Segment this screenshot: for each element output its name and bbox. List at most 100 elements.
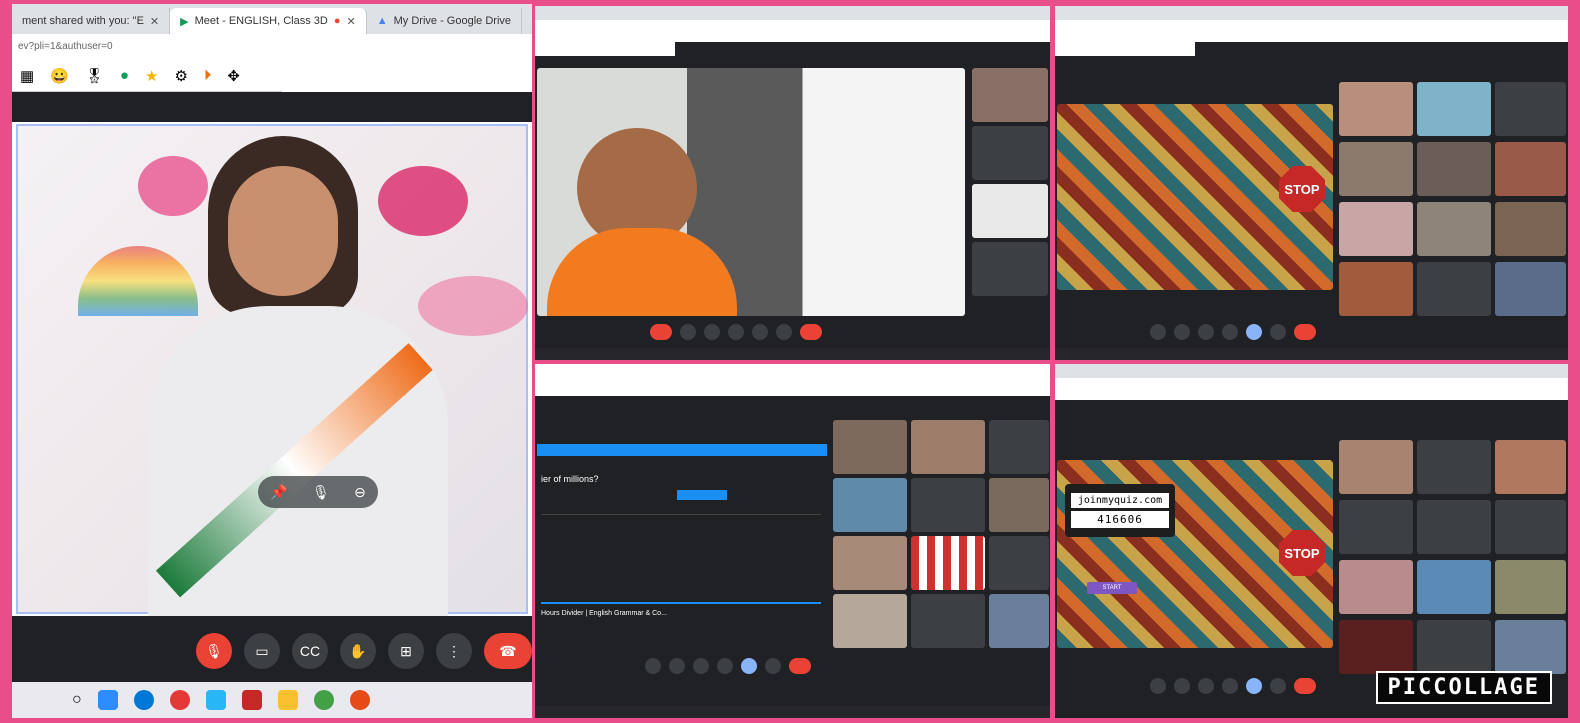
more-options-button[interactable]: ⋮ — [436, 633, 472, 669]
participant-tile — [911, 420, 985, 474]
captions-button[interactable] — [1198, 678, 1214, 694]
participant-tile — [989, 478, 1049, 532]
present-button[interactable] — [752, 324, 768, 340]
remove-icon[interactable]: ⊖ — [354, 484, 366, 501]
badge-icon[interactable]: 🎖 — [85, 67, 104, 85]
chrome-icon[interactable] — [313, 690, 334, 710]
emoji-icon[interactable]: 😀 — [50, 67, 69, 85]
tab-shared-doc[interactable]: ment shared with you: "E ✕ — [12, 8, 171, 34]
move-icon[interactable]: ✥ — [227, 67, 240, 85]
more-options-button[interactable] — [765, 658, 781, 674]
stop-sign-image: STOP — [1279, 166, 1325, 212]
present-button[interactable] — [741, 658, 757, 674]
participant-tile — [1339, 82, 1413, 136]
captions-button[interactable]: CC — [292, 633, 328, 669]
gear-icon[interactable]: ⚙ — [174, 67, 187, 85]
raise-hand-button[interactable] — [728, 324, 744, 340]
mic-button[interactable] — [645, 658, 661, 674]
video-timeline[interactable] — [541, 602, 821, 604]
extensions-toolbar — [1055, 42, 1195, 56]
person-face — [228, 166, 338, 296]
address-bar[interactable] — [1055, 20, 1568, 42]
leave-call-button[interactable] — [800, 324, 822, 340]
start-button[interactable]: START — [1087, 582, 1137, 594]
meet-control-bar — [645, 658, 811, 674]
search-icon[interactable]: ○ — [72, 691, 82, 709]
leave-call-button[interactable] — [1294, 324, 1316, 340]
tab-meet[interactable]: ▶ Meet - ENGLISH, Class 3D ● ✕ — [170, 8, 367, 34]
quiz-progress-bar — [537, 444, 827, 456]
address-bar[interactable] — [535, 20, 1050, 42]
participant-tile — [1417, 202, 1491, 256]
answer-list — [541, 514, 821, 574]
camera-button[interactable] — [1174, 324, 1190, 340]
camera-button[interactable]: ▭ — [244, 633, 280, 669]
more-options-button[interactable] — [1270, 324, 1286, 340]
grid-icon[interactable]: ▦ — [20, 67, 34, 85]
leave-call-button[interactable] — [1294, 678, 1316, 694]
chat-icon[interactable]: ● — [120, 67, 129, 84]
mic-off-button[interactable]: 🎙 — [196, 633, 232, 669]
wall-art — [418, 276, 528, 336]
participant-tile — [972, 184, 1048, 238]
captions-button[interactable] — [704, 324, 720, 340]
raise-hand-button[interactable]: ✋ — [340, 633, 376, 669]
extensions-toolbar — [535, 42, 675, 56]
more-options-button[interactable] — [1270, 678, 1286, 694]
more-options-button[interactable] — [776, 324, 792, 340]
participant-tile — [911, 536, 985, 590]
participant-tile — [1339, 440, 1413, 494]
quiz-question: ier of millions? — [541, 474, 599, 484]
edge-icon[interactable] — [133, 690, 154, 710]
leave-call-button[interactable] — [789, 658, 811, 674]
meet-control-bar — [1150, 324, 1316, 340]
zoom-icon[interactable] — [97, 690, 118, 710]
quiz-answer-button[interactable] — [677, 490, 727, 500]
address-bar[interactable] — [1055, 378, 1568, 400]
windows-taskbar — [535, 706, 1050, 718]
folder-icon[interactable] — [277, 690, 298, 710]
address-bar[interactable] — [535, 374, 1050, 396]
participant-tile — [833, 420, 907, 474]
present-button[interactable]: ⊞ — [388, 633, 424, 669]
mic-icon[interactable]: 🎙 — [312, 484, 330, 501]
mic-button[interactable] — [1150, 678, 1166, 694]
camera-button[interactable] — [1174, 678, 1190, 694]
participant-tile — [1495, 560, 1566, 614]
raise-hand-button[interactable] — [1222, 678, 1238, 694]
meet-window-main: ment shared with you: "E ✕ ▶ Meet - ENGL… — [12, 4, 532, 718]
participant-tile — [833, 536, 907, 590]
app-icon[interactable] — [349, 690, 370, 710]
participant-tile — [1339, 202, 1413, 256]
app-icon[interactable] — [205, 690, 226, 710]
chrome-icon[interactable] — [169, 690, 190, 710]
wall-art — [378, 166, 468, 236]
raise-hand-button[interactable] — [717, 658, 733, 674]
participant-tile — [1417, 560, 1491, 614]
mic-button[interactable] — [1150, 324, 1166, 340]
captions-button[interactable] — [1198, 324, 1214, 340]
browser-tab-bar: ment shared with you: "E ✕ ▶ Meet - ENGL… — [12, 4, 532, 34]
tile-hover-controls: 📌 🎙 ⊖ — [258, 476, 378, 508]
browser-tab-bar — [535, 364, 1050, 374]
mic-off-button[interactable] — [650, 324, 672, 340]
camera-button[interactable] — [680, 324, 696, 340]
close-icon[interactable]: ✕ — [150, 15, 159, 28]
raise-hand-button[interactable] — [1222, 324, 1238, 340]
address-bar[interactable]: ev?pli=1&authuser=0 — [12, 34, 532, 60]
presentation-slide: STOP — [1057, 104, 1333, 290]
present-button[interactable] — [1246, 324, 1262, 340]
pin-icon[interactable]: 📌 — [270, 484, 287, 501]
close-icon[interactable]: ✕ — [347, 15, 356, 28]
participant-tile — [1339, 620, 1413, 674]
tab-drive[interactable]: ▲ My Drive - Google Drive — [366, 8, 522, 34]
leave-call-button[interactable]: ☎ — [484, 633, 532, 669]
camera-button[interactable] — [669, 658, 685, 674]
app-icon[interactable] — [241, 690, 262, 710]
windows-taskbar: ○ — [12, 682, 532, 718]
present-button[interactable] — [1246, 678, 1262, 694]
puzzle-icon[interactable]: ⏵ — [204, 67, 212, 84]
star-icon[interactable]: ★ — [145, 67, 158, 85]
browser-tab-bar — [535, 6, 1050, 20]
captions-button[interactable] — [693, 658, 709, 674]
